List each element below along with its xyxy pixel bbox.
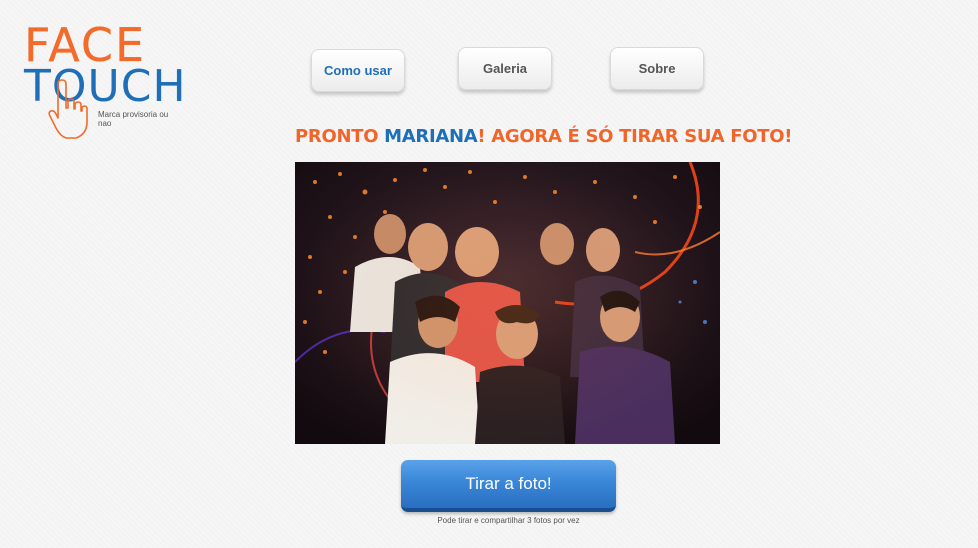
face-touch-logo[interactable]: FACE TOUCH Marca provisoria ou nao	[22, 22, 186, 142]
party-photo	[295, 162, 720, 444]
user-name: MARIANA	[384, 126, 478, 147]
photo-illustration	[295, 162, 720, 444]
headline-suffix: ! AGORA É SÓ TIRAR SUA FOTO!	[477, 126, 793, 147]
hand-touch-icon	[48, 79, 88, 139]
photo-limit-hint: Pode tirar e compartilhar 3 fotos por ve…	[437, 516, 580, 525]
take-photo-button[interactable]: Tirar a foto!	[401, 460, 616, 512]
galeria-button[interactable]: Galeria	[458, 47, 552, 90]
page: FACE TOUCH Marca provisoria ou nao Como …	[0, 0, 978, 548]
sobre-button[interactable]: Sobre	[610, 47, 704, 90]
page-title: PRONTO MARIANA! AGORA É SÓ TIRAR SUA FOT…	[295, 126, 792, 147]
logo-tagline: Marca provisoria ou nao	[98, 110, 169, 128]
headline-prefix: PRONTO	[295, 126, 385, 147]
como-usar-button[interactable]: Como usar	[311, 49, 405, 92]
